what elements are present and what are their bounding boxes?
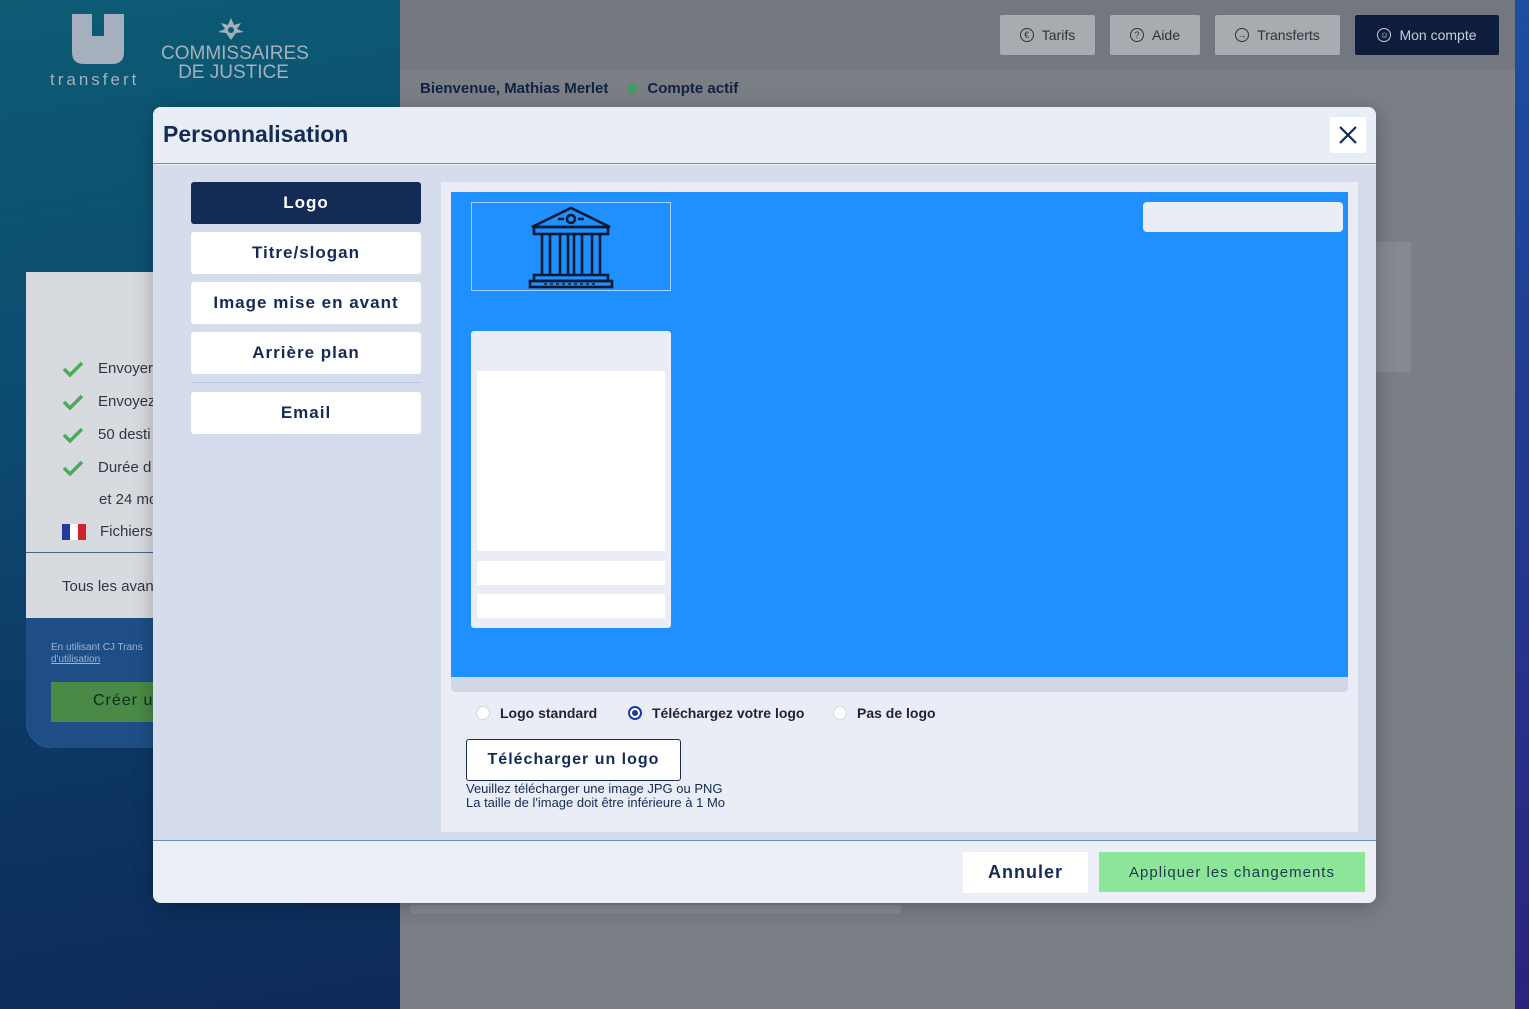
preview-card-image [477, 371, 665, 551]
legal-notice: En utilisant CJ Trans d'utilisation [51, 642, 143, 666]
personalization-modal: Personnalisation Logo Titre/slogan Image… [153, 107, 1376, 903]
feature-item: 50 desti [62, 426, 151, 443]
close-icon [1339, 126, 1357, 144]
radio-no-logo[interactable]: Pas de logo [833, 705, 936, 721]
preview-header-field [1143, 202, 1343, 232]
app-name: transfert [50, 70, 140, 89]
check-icon [62, 427, 84, 443]
tab-divider [191, 382, 421, 383]
upload-logo-button[interactable]: Télécharger un logo [466, 739, 681, 781]
tab-content: Logo standard Téléchargez votre logo Pas… [441, 182, 1358, 832]
cancel-button[interactable]: Annuler [963, 852, 1088, 893]
modal-header: Personnalisation [153, 107, 1376, 164]
right-edge-strip [1515, 0, 1529, 1009]
nav-account-button[interactable]: ☺ Mon compte [1355, 15, 1499, 55]
nav-tarifs-button[interactable]: € Tarifs [1000, 15, 1095, 55]
user-icon: ☺ [1377, 28, 1392, 42]
status-dot-icon [628, 84, 638, 93]
check-icon [62, 361, 84, 377]
radio-logo-standard[interactable]: Logo standard [476, 705, 597, 721]
feature-item: Envoyer [62, 360, 153, 377]
help-icon: ? [1129, 28, 1144, 42]
preview-upload-card [471, 331, 671, 628]
close-button[interactable] [1330, 117, 1366, 153]
background-panel-edge [410, 905, 901, 914]
terms-link[interactable]: d'utilisation [51, 654, 143, 666]
modal-body: Logo Titre/slogan Image mise en avant Ar… [153, 165, 1376, 840]
brand-logo[interactable]: transfert COMMISSAIRES DE JUSTICE [48, 14, 318, 94]
welcome-bar: Bienvenue, Mathias Merlet Compte actif [420, 80, 738, 97]
preview-logo-box [471, 202, 671, 291]
top-bar [400, 0, 1515, 70]
tab-title-slogan[interactable]: Titre/slogan [191, 232, 421, 274]
transfer-icon: → [1235, 28, 1250, 42]
apply-changes-button[interactable]: Appliquer les changements [1099, 852, 1365, 892]
tab-logo[interactable]: Logo [191, 182, 421, 224]
euro-icon: € [1019, 28, 1034, 42]
preview-card-line [477, 561, 665, 585]
radio-button-selected[interactable] [628, 706, 642, 720]
org-name: COMMISSAIRES DE JUSTICE [161, 43, 309, 83]
offer-footer-text: Tous les avan [62, 578, 154, 595]
preview-footer-bar [451, 677, 1348, 692]
tab-email[interactable]: Email [191, 392, 421, 434]
feature-item-continued: et 24 mo [99, 491, 158, 508]
radio-button[interactable] [476, 706, 490, 720]
france-flag-icon [62, 523, 86, 540]
account-status: Compte actif [628, 80, 738, 97]
modal-footer: Annuler Appliquer les changements [153, 840, 1376, 903]
tab-background[interactable]: Arrière plan [191, 332, 421, 374]
radio-upload-logo[interactable]: Téléchargez votre logo [628, 705, 804, 721]
preview-card-line [477, 594, 665, 618]
radio-button[interactable] [833, 706, 847, 720]
modal-title: Personnalisation [163, 121, 349, 147]
tab-featured-image[interactable]: Image mise en avant [191, 282, 421, 324]
courthouse-icon [528, 206, 614, 288]
welcome-text: Bienvenue, Mathias Merlet [420, 80, 609, 97]
feature-item: Fichiers [62, 523, 153, 540]
nav-transferts-button[interactable]: → Transferts [1215, 15, 1340, 55]
preview-canvas [451, 192, 1348, 677]
check-icon [62, 394, 84, 410]
feature-item: Durée d [62, 459, 151, 476]
nav-aide-button[interactable]: ? Aide [1110, 15, 1200, 55]
justice-emblem-icon [218, 18, 244, 40]
background-panel [1370, 242, 1411, 372]
transfert-logo-icon [72, 14, 124, 64]
feature-item: Envoyez [62, 393, 156, 410]
check-icon [62, 460, 84, 476]
upload-hint: Veuillez télécharger une image JPG ou PN… [466, 781, 726, 810]
